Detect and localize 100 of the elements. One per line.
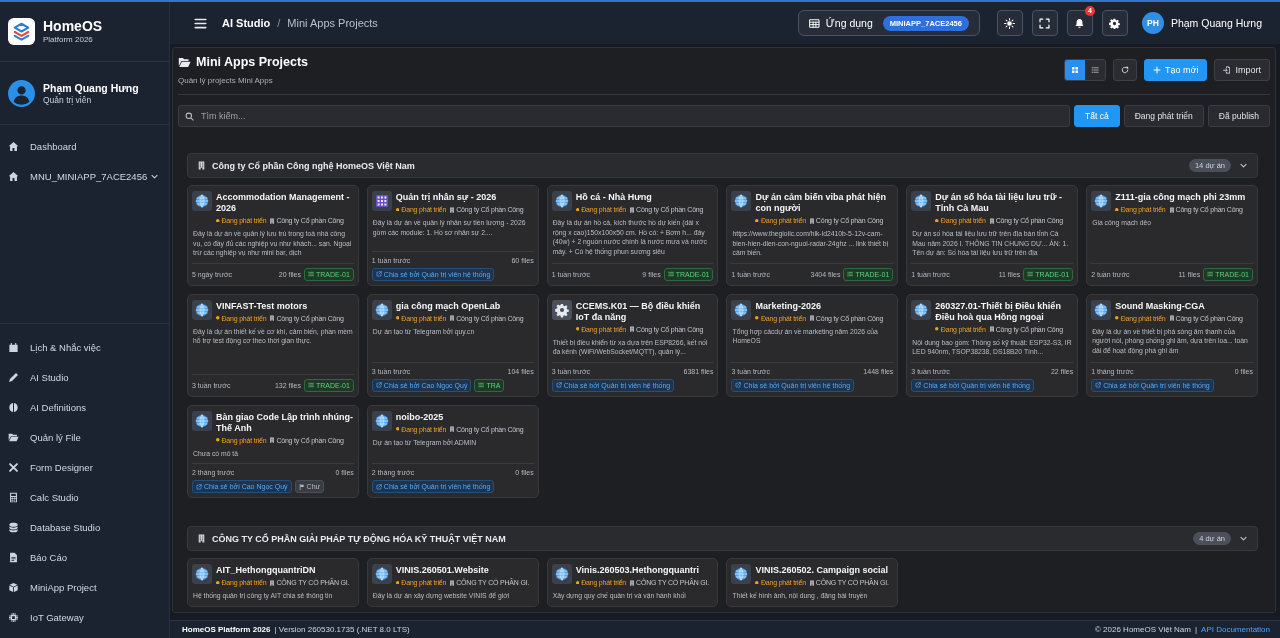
building-icon [449, 579, 456, 586]
import-icon [1223, 66, 1232, 74]
brand-subtitle: Platform 2026 [43, 35, 94, 45]
project-card[interactable] [1086, 293, 1258, 397]
project-card[interactable] [906, 293, 1079, 397]
sidebar-item[interactable]: AI Studio [0, 362, 169, 392]
sidebar-item[interactable]: Form Designer [0, 452, 169, 482]
project-title: Dự án số hóa tài liệu lưu trữ - Tỉnh Cà Mau [935, 192, 1063, 214]
project-title: Bàn giao Code Lập trình nhúng- Thế Anh [216, 411, 354, 434]
theme-button[interactable] [996, 10, 1023, 36]
globe-icon [371, 299, 392, 320]
home-icon [8, 170, 19, 182]
sidebar-item[interactable]: MiniApp Project [0, 572, 169, 602]
building-icon [629, 326, 636, 332]
list-icon [308, 271, 314, 277]
globe-icon [192, 299, 212, 320]
pencil-icon [8, 371, 19, 383]
building-icon [269, 315, 276, 321]
share-icon [375, 483, 382, 490]
menu-icon[interactable] [194, 16, 207, 30]
grid-view-button[interactable] [1065, 60, 1086, 80]
filter-button[interactable]: Đã publish [1207, 105, 1270, 127]
action-button[interactable]: Import [1214, 59, 1270, 81]
project-title: Sound Masking-CGA [1115, 300, 1206, 312]
sidebar-item[interactable]: IoT Gateway [0, 602, 169, 632]
building-icon [269, 579, 276, 586]
database-icon [8, 521, 19, 533]
footer-copyright: © 2026 HomeOS Việt Nam [1094, 625, 1191, 634]
project-title: gia công mạch OpenLab [395, 300, 502, 312]
folder-icon [8, 431, 19, 443]
globe-icon [371, 564, 392, 584]
settings-button[interactable] [1101, 10, 1128, 36]
building-icon [269, 217, 276, 224]
project-card[interactable] [187, 185, 359, 286]
building-icon [197, 534, 206, 543]
globe-icon [911, 191, 932, 211]
search-icon [185, 111, 194, 121]
project-card[interactable] [546, 293, 719, 397]
sidebar-item[interactable]: Lịch & Nhắc việc [0, 332, 169, 362]
breadcrumb-link[interactable]: AI Studio [222, 17, 271, 29]
bell-icon [1074, 17, 1086, 29]
sidebar-item[interactable]: Quản lý File [0, 422, 169, 452]
list-icon [1091, 66, 1100, 74]
project-title: Marketing-2026 [755, 300, 822, 312]
project-card[interactable] [906, 185, 1079, 286]
list-icon [667, 271, 674, 277]
page-title: Mini Apps Projects [196, 55, 309, 69]
project-card[interactable] [726, 185, 899, 286]
api-docs-link[interactable]: API Documentation [1201, 625, 1270, 634]
project-title: Vinis.260503.Hethongquantri [575, 565, 701, 576]
settings-icon [1109, 17, 1121, 29]
building-icon [449, 315, 456, 321]
fullscreen-button[interactable] [1031, 10, 1058, 36]
sidebar-item[interactable]: AI Definitions [0, 392, 169, 422]
refresh-button[interactable] [1113, 59, 1138, 81]
refresh-icon [1121, 66, 1130, 74]
sidebar-item[interactable]: Dashboard [0, 131, 169, 161]
gear-icon [551, 299, 572, 320]
project-title: 260327.01-Thiết bị Điều khiển Điều hoà qua Hồng ngoại [935, 300, 1062, 323]
share-icon [196, 483, 202, 490]
user-role: Quản trị viên [43, 94, 93, 106]
globe-icon [192, 191, 212, 211]
sidebar-item[interactable]: Calc Studio [0, 482, 169, 512]
list-icon [1207, 271, 1214, 277]
logo-icon [8, 18, 35, 45]
building-icon [197, 161, 206, 170]
footer-brand: HomeOS Platform 2026 [182, 625, 271, 634]
project-title: Quản trị nhân sự - 2026 [395, 192, 498, 203]
search-field[interactable]: Tìm kiếm... [178, 105, 1071, 127]
sidebar-item[interactable]: Database Studio [0, 512, 169, 542]
globe-icon [371, 410, 392, 431]
project-title: AIT_HethongquantriDN [216, 565, 317, 576]
list-icon [478, 382, 485, 388]
globe-icon [192, 410, 212, 431]
sidebar-item[interactable]: Báo Cáo [0, 542, 169, 572]
globe-icon [192, 564, 212, 584]
folder-icon [178, 55, 191, 69]
breadcrumb-separator: / [277, 17, 281, 29]
sidebar-item[interactable]: MNU_MINIAPP_7ACE2456 [0, 161, 169, 191]
project-title: VINFAST-Test motors [216, 300, 309, 312]
globe-icon [1091, 299, 1112, 320]
list-icon [847, 271, 854, 277]
list-icon [308, 382, 314, 388]
share-icon [735, 382, 742, 388]
user-name[interactable]: Phạm Quang Hưng [1170, 17, 1262, 29]
expand-icon [1039, 17, 1051, 29]
project-card[interactable] [366, 185, 539, 286]
building-icon [808, 217, 815, 224]
building-icon [269, 437, 276, 443]
building-icon [808, 315, 815, 321]
project-title: CCEMS.K01 — Bộ điều khiển IoT đa năng [575, 300, 702, 323]
building-icon [808, 579, 815, 586]
filter-button[interactable]: Đang phát triển [1123, 105, 1204, 127]
footer-version: | Version 260530.1735 (.NET 8.0 LTS) [274, 625, 410, 634]
project-card[interactable] [546, 185, 719, 286]
table-icon [808, 17, 820, 29]
cube-icon [8, 581, 19, 593]
globe-icon [551, 564, 572, 584]
project-title: VINIS.260502. Campaign social [755, 565, 890, 576]
building-icon [449, 426, 456, 432]
